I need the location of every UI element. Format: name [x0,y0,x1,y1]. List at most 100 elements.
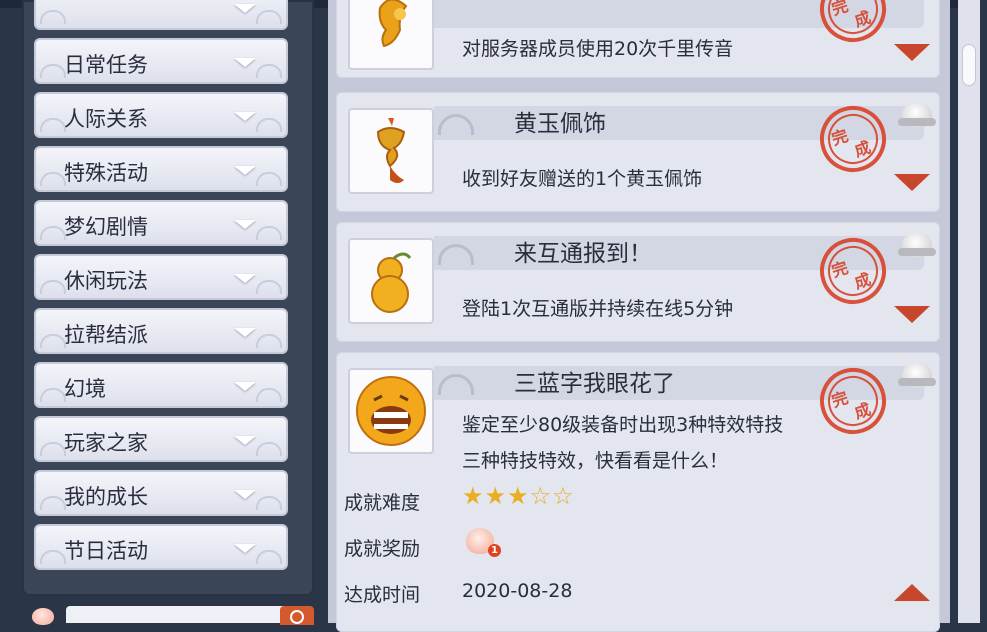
reward-label: 成就奖励 [344,538,421,560]
expand-arrow-icon[interactable] [894,306,930,323]
star-empty-icon: ☆ [529,482,553,510]
category-guild[interactable]: 拉帮结派 [34,308,288,354]
category-illusion[interactable]: 幻境 [34,362,288,408]
cloud-ornament-icon [256,10,282,24]
window-edge [980,0,987,623]
cloud-ornament-icon [40,172,66,186]
expand-arrow-icon[interactable] [894,174,930,191]
cloud-ornament-icon [256,172,282,186]
achievement-card[interactable]: 对服务器成员使用20次千里传音 完 成 [336,0,940,78]
achievement-description: 鉴定至少80级装备时出现3种特效特技 [462,414,784,436]
cloud-ornament-icon [40,118,66,132]
category-label: 节日活动 [64,539,148,563]
chevron-down-icon [234,112,256,121]
achievement-icon-frame [348,0,434,70]
jade-pendant-icon [376,118,406,183]
category-label: 拉帮结派 [64,323,148,347]
achievement-description: 收到好友赠送的1个黄玉佩饰 [462,168,703,190]
achievement-card-expanded[interactable]: 三蓝字我眼花了 鉴定至少80级装备时出现3种特效特技 三种特技特效，快看看是什么… [336,352,940,632]
category-leisure[interactable]: 休闲玩法 [34,254,288,300]
cloud-ornament-icon [40,64,66,78]
chevron-down-icon [234,328,256,337]
achievement-icon-frame [348,108,434,194]
category-daily-tasks[interactable]: 日常任务 [34,38,288,84]
difficulty-label: 成就难度 [344,492,421,514]
laughing-face-icon [356,376,426,446]
star-filled-icon: ★ [462,482,485,510]
achievement-title: 三蓝字我眼花了 [514,371,675,397]
category-label: 日常任务 [64,53,148,77]
date-value: 2020-08-28 [462,580,573,602]
cloud-ornament-icon [256,442,282,456]
cloud-ornament-icon [256,334,282,348]
cloud-ornament-icon [40,10,66,24]
category-label: 幻境 [64,377,106,401]
star-filled-icon: ★ [484,482,508,510]
star-filled-icon: ★ [507,482,530,510]
bell-icon [378,0,408,48]
search-button[interactable] [280,606,314,625]
cloud-ornament-icon [256,550,282,564]
peach-icon [32,608,54,625]
achievement-icon-frame [348,368,434,454]
cloud-ornament-icon [40,388,66,402]
chevron-down-icon [234,166,256,175]
category-button-partial[interactable] [34,0,288,30]
search-input[interactable] [66,606,293,623]
chevron-down-icon [234,220,256,229]
expand-arrow-icon[interactable] [894,44,930,61]
achievement-description-line2: 三种特技特效，快看看是什么！ [462,450,729,472]
chevron-down-icon [234,544,256,553]
cloud-ornament-icon [40,226,66,240]
search-row [22,602,314,625]
cloud-ornament-icon [40,496,66,510]
cloud-ornament-icon [256,226,282,240]
peach-reward-icon [898,232,936,258]
cloud-ornament-icon [40,442,66,456]
cloud-ornament-icon [40,550,66,564]
category-label: 特殊活动 [64,161,148,185]
star-empty-icon: ☆ [552,482,575,510]
gourd-icon [371,252,412,313]
chevron-down-icon [234,4,256,13]
chevron-down-icon [234,274,256,283]
category-special-events[interactable]: 特殊活动 [34,146,288,192]
peach-reward-icon [898,102,936,128]
reward-count-badge: 1 [488,544,501,557]
date-label: 达成时间 [344,584,421,606]
chevron-down-icon [234,490,256,499]
category-label: 人际关系 [64,107,148,131]
achievement-card[interactable]: 黄玉佩饰 收到好友赠送的1个黄玉佩饰 完 成 [336,92,940,212]
category-relationships[interactable]: 人际关系 [34,92,288,138]
cloud-ornament-icon [256,388,282,402]
achievement-card[interactable]: 来互通报到！ 登陆1次互通版并持续在线5分钟 完 成 [336,222,940,342]
achievement-icon-frame [348,238,434,324]
collapse-arrow-icon[interactable] [894,584,930,601]
chevron-down-icon [234,382,256,391]
cloud-ornament-icon [256,64,282,78]
scrollbar-track[interactable] [958,0,980,623]
cloud-ornament-icon [256,280,282,294]
peach-reward-icon [898,362,936,388]
category-label: 我的成长 [64,485,148,509]
achievement-description: 登陆1次互通版并持续在线5分钟 [462,298,734,320]
difficulty-stars: ★★★☆☆ [462,482,575,510]
chevron-down-icon [234,436,256,445]
cloud-ornament-icon [256,118,282,132]
cloud-ornament-icon [256,496,282,510]
category-festival[interactable]: 节日活动 [34,524,288,570]
category-label: 梦幻剧情 [64,215,148,239]
chevron-down-icon [234,58,256,67]
category-label: 玩家之家 [64,431,148,455]
achievement-description: 对服务器成员使用20次千里传音 [462,38,734,60]
category-growth[interactable]: 我的成长 [34,470,288,516]
search-icon [290,610,304,624]
cloud-ornament-icon [40,334,66,348]
category-label: 休闲玩法 [64,269,148,293]
achievement-title: 黄玉佩饰 [514,111,606,137]
achievement-title: 来互通报到！ [514,241,652,267]
cloud-ornament-icon [40,280,66,294]
category-player-home[interactable]: 玩家之家 [34,416,288,462]
category-story[interactable]: 梦幻剧情 [34,200,288,246]
scrollbar-thumb[interactable] [962,44,976,86]
